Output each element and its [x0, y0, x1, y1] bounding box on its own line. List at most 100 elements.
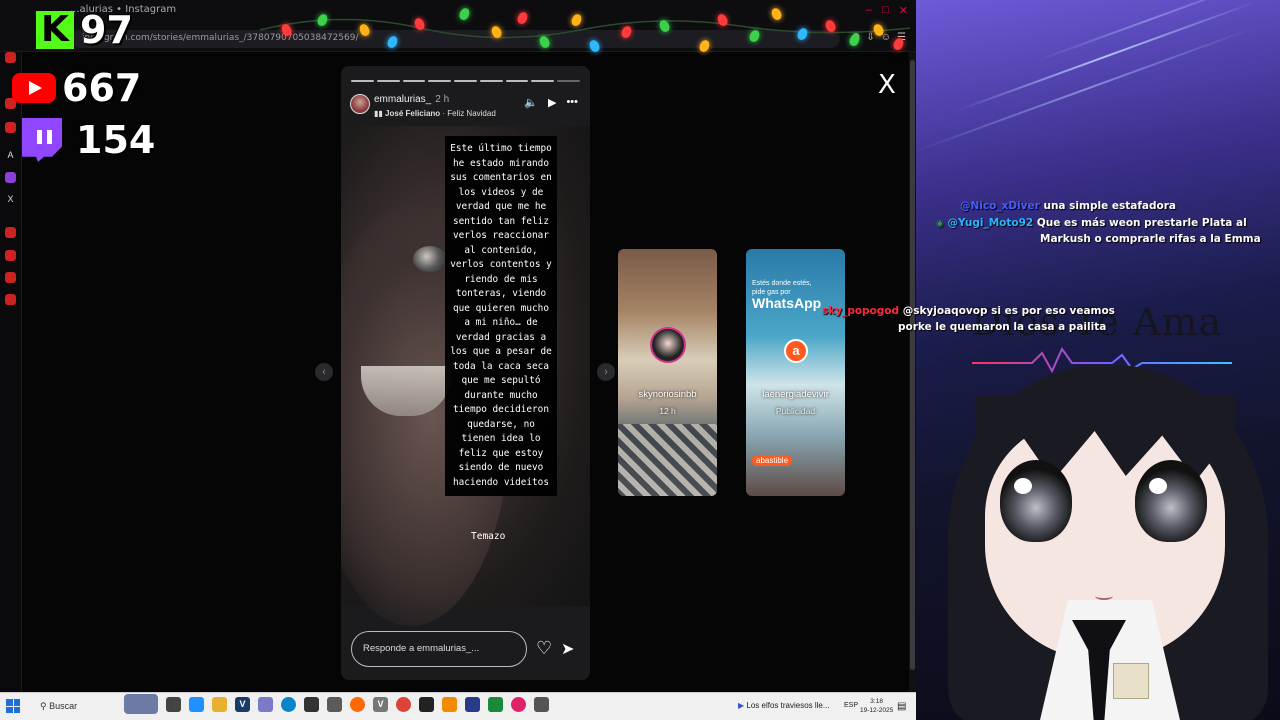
app-icon[interactable] [304, 697, 319, 712]
extensions-icon[interactable]: ⚙ [851, 32, 860, 43]
media-icon: ▶ [738, 701, 745, 710]
like-heart-icon[interactable]: ♡ [536, 638, 552, 659]
sidebar-app-icon[interactable] [5, 250, 16, 261]
story-time: 2 h [435, 94, 450, 105]
file-explorer-icon[interactable] [212, 697, 227, 712]
story-progress [351, 80, 581, 82]
eye-shine [1149, 478, 1167, 494]
mute-icon[interactable]: 🔈 [524, 96, 538, 109]
app-icon[interactable]: V [373, 697, 388, 712]
sidebar-twitch-icon[interactable] [5, 172, 16, 183]
chat-username: @Nico_xDiver [960, 200, 1040, 212]
taskbar-search[interactable]: ⚲ Buscar [26, 698, 118, 716]
story-controls: 🔈 ▶ ••• [524, 96, 578, 109]
chat-text: Que es más weon prestarle Plata al [1036, 217, 1247, 229]
card-sponsored-label: Publicidad [775, 406, 816, 416]
ad-brand: WhatsApp [752, 295, 822, 311]
meteor-streak [916, 26, 1255, 152]
app-icon[interactable] [488, 697, 503, 712]
chat-badge-icon: ◉ [936, 219, 944, 229]
sidebar-app-icon[interactable] [5, 272, 16, 283]
edge-icon[interactable] [281, 697, 296, 712]
app-icon[interactable] [442, 697, 457, 712]
taskbar-search-label: Buscar [49, 701, 78, 711]
story-progress-segment [505, 80, 529, 82]
notification-icon[interactable]: ▤ [897, 701, 906, 712]
ad-logo: abastible [752, 455, 793, 466]
story-viewer: emmalurias_ 2 h ▮▮ José Feliciano · Feliz… [341, 66, 590, 680]
card-floor-pattern [618, 424, 717, 496]
copilot-icon[interactable] [189, 697, 204, 712]
story-progress-segment [557, 80, 581, 82]
kick-logo-icon: K [36, 11, 74, 49]
story-progress-segment [454, 80, 477, 82]
meteor-streak [1035, 0, 1262, 62]
story-progress-segment [531, 80, 555, 82]
profile-icon[interactable]: ☺ [881, 32, 891, 43]
sidebar-app-icon[interactable] [5, 294, 16, 305]
play-icon[interactable]: ▶ [548, 96, 556, 109]
story-progress-segment [402, 80, 426, 82]
close-story-button[interactable]: X [878, 70, 896, 100]
screen: ...alurias • Instagram instagram.com/sto… [0, 0, 1280, 720]
app-icon[interactable] [534, 697, 549, 712]
vscode-icon[interactable]: V [235, 697, 250, 712]
chrome-icon[interactable] [396, 697, 411, 712]
more-options-icon[interactable]: ••• [566, 96, 578, 109]
sidebar-app-icon[interactable] [5, 52, 16, 63]
avatar[interactable] [350, 94, 370, 114]
youtube-count: 667 [62, 66, 142, 110]
story-song[interactable]: ▮▮ José Feliciano · Feliz Navidad [374, 109, 496, 118]
story-sticker-text: Temazo [471, 531, 506, 542]
chat-message: @Nico_xDiver una simple estafadora [960, 198, 1176, 214]
kick-viewer-counter: K 97 [36, 8, 133, 52]
firefox-icon[interactable] [350, 697, 365, 712]
previous-story-icon[interactable]: ‹ [315, 363, 333, 381]
next-story-icon[interactable]: › [597, 363, 615, 381]
menu-icon[interactable]: ☰ [897, 32, 906, 43]
card-time: 12 h [659, 406, 676, 416]
sidebar-a-icon[interactable]: A [5, 150, 16, 161]
app-icon[interactable] [465, 697, 480, 712]
card-username: laenergiadevivir [762, 389, 829, 400]
twitch-viewer-counter: 154 [22, 118, 155, 162]
story-progress-segment [351, 80, 374, 82]
music-icon: ▮▮ [374, 109, 383, 118]
language-indicator[interactable]: ESP [844, 702, 858, 709]
sidebar-app-icon[interactable] [5, 227, 16, 238]
obs-icon[interactable] [419, 697, 434, 712]
twitch-logo-icon [22, 118, 62, 162]
card-username: skynoriosinbb [638, 389, 697, 400]
windows-start-icon[interactable] [6, 699, 20, 713]
taskbar-widget-icon[interactable] [124, 694, 158, 714]
story-eye [413, 246, 447, 272]
reply-input[interactable]: Responde a emmalurias_... [351, 631, 527, 667]
story-header: emmalurias_ 2 h ▮▮ José Feliciano · Feliz… [350, 92, 582, 122]
chat-text: una simple estafadora [1043, 200, 1176, 212]
meteor-streak [955, 0, 1258, 112]
clock-time: 3:18 [870, 698, 883, 705]
task-view-icon[interactable] [166, 697, 181, 712]
address-bar[interactable]: instagram.com/stories/emmalurias_/378079… [70, 30, 840, 48]
taskbar-clock[interactable]: 3:18 19-12-2025 [860, 697, 893, 715]
maximize-icon[interactable]: □ [882, 4, 889, 17]
app-icon[interactable] [327, 697, 342, 712]
window-controls: – □ ✕ [866, 4, 908, 17]
sidebar-app-icon[interactable] [5, 122, 16, 133]
send-icon[interactable]: ➤ [561, 639, 574, 659]
story-preview-card[interactable]: skynoriosinbb 12 h [618, 249, 717, 496]
sidebar-x-icon[interactable]: X [5, 194, 16, 205]
story-preview-card-ad[interactable]: Estés donde estés, pide gas por WhatsApp … [746, 249, 845, 496]
app-icon[interactable] [258, 697, 273, 712]
story-username[interactable]: emmalurias_ [374, 94, 431, 105]
opera-icon[interactable] [511, 697, 526, 712]
chat-username: sky_popogod [822, 305, 900, 317]
close-window-icon[interactable]: ✕ [899, 4, 908, 17]
browser-actions: ⚙ ⇩ ☺ ☰ [851, 32, 906, 43]
minimize-icon[interactable]: – [866, 4, 872, 17]
chat-message-continued: Markush o comprarle rifas a la Emma [1040, 233, 1261, 245]
taskbar-media[interactable]: ▶ Los elfos traviesos lle... [738, 701, 830, 710]
scrollbar-thumb[interactable] [910, 60, 915, 670]
download-icon[interactable]: ⇩ [866, 32, 874, 43]
youtube-logo-icon [12, 73, 56, 103]
